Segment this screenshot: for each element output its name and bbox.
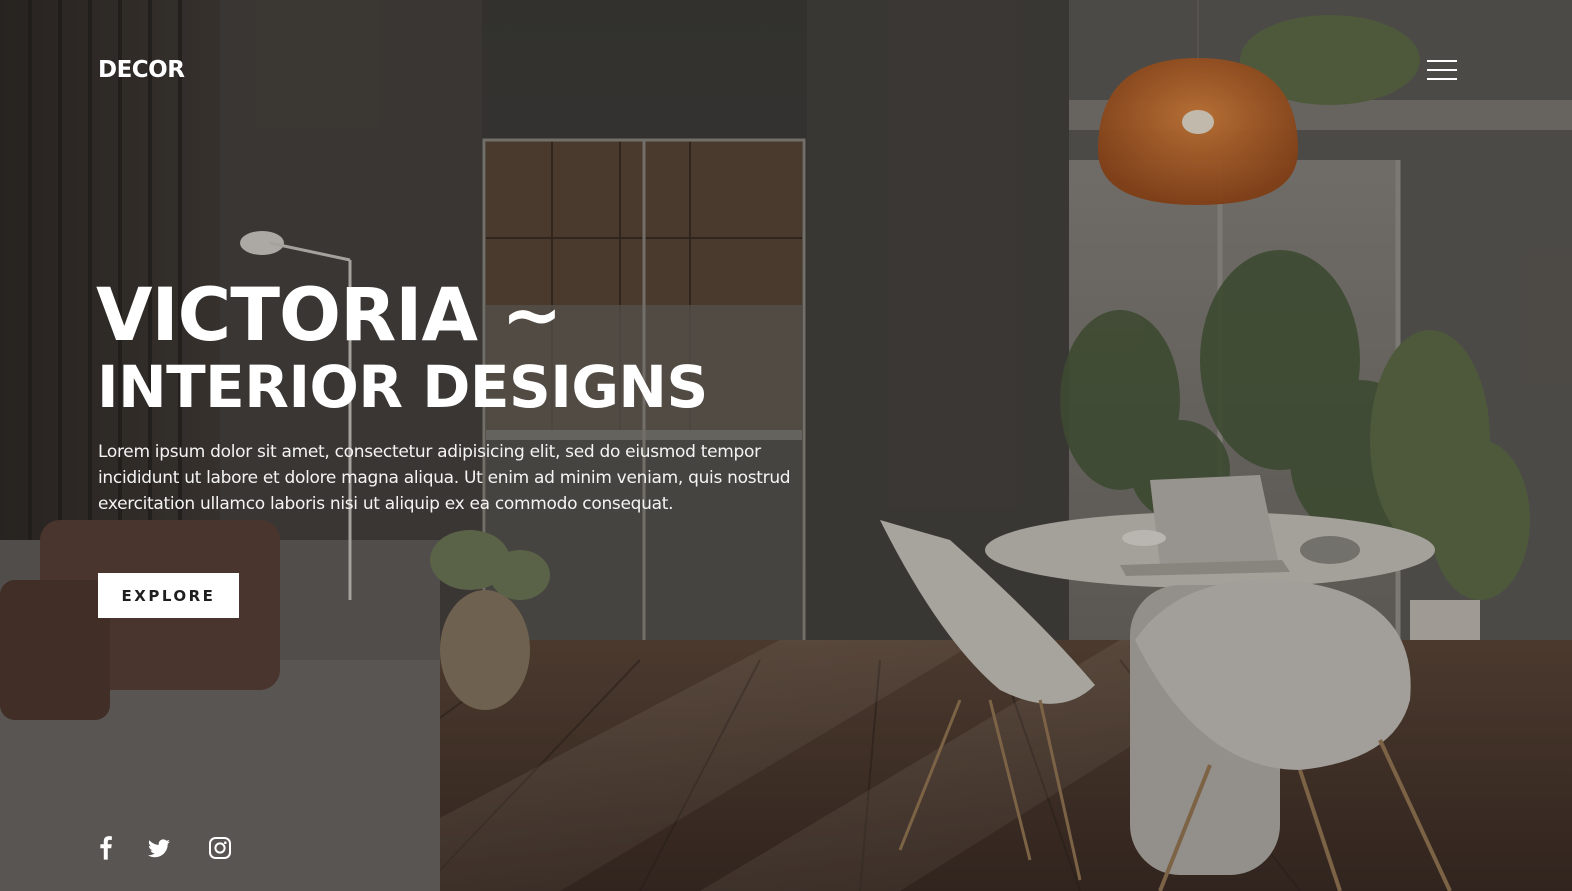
hamburger-menu-icon[interactable] xyxy=(1425,56,1459,84)
twitter-icon[interactable] xyxy=(146,834,172,862)
explore-button[interactable]: EXPLORE xyxy=(98,573,239,618)
menu-bar xyxy=(1427,60,1457,62)
hero-description: Lorem ipsum dolor sit amet, consectetur … xyxy=(98,442,791,514)
hero-title: VICTORIA ~ xyxy=(96,273,563,358)
hero-subtitle: INTERIOR DESIGNS xyxy=(97,353,708,421)
menu-bar xyxy=(1427,69,1457,71)
site-logo[interactable]: DECOR xyxy=(98,56,185,84)
hero-section: DECOR VICTORIA ~ INTERIOR DESIGNS Lorem … xyxy=(0,0,1572,891)
instagram-icon[interactable] xyxy=(207,834,233,862)
menu-bar xyxy=(1427,78,1457,80)
facebook-icon[interactable] xyxy=(96,834,122,862)
